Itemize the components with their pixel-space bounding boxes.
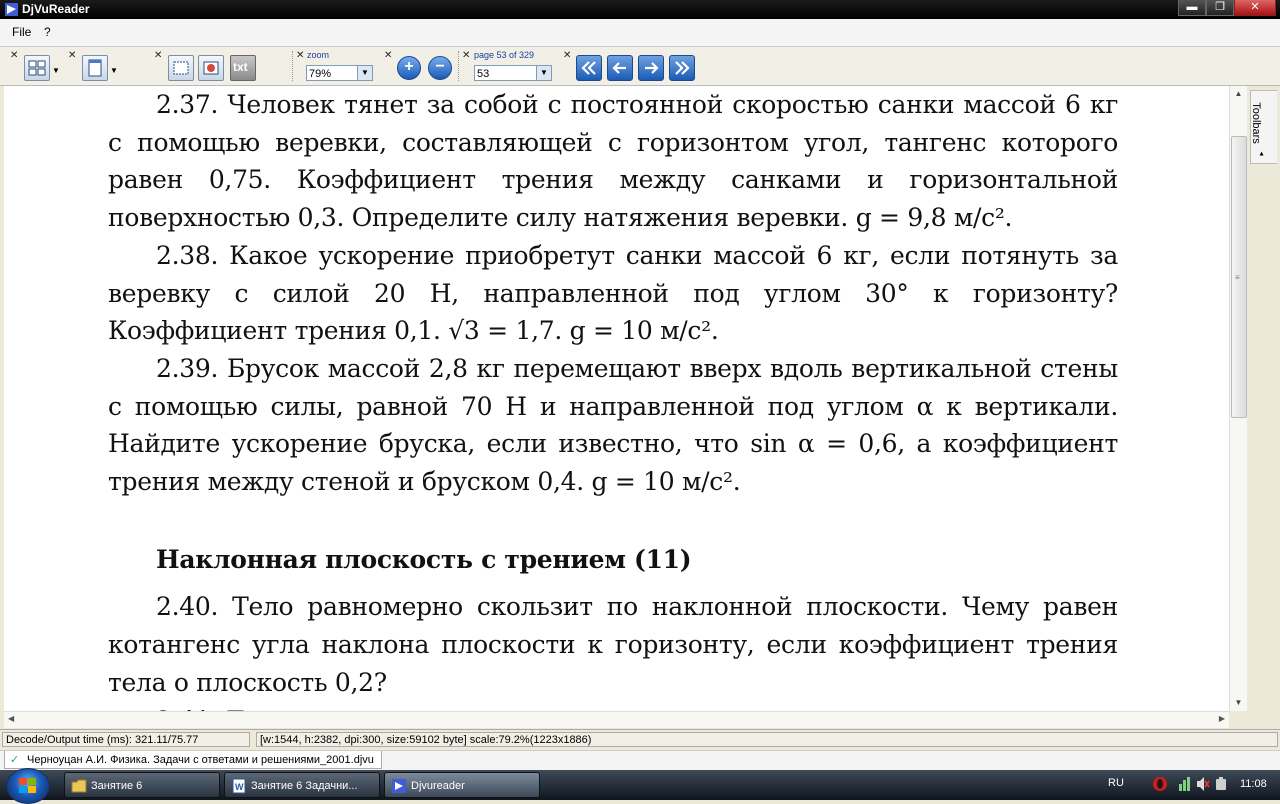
file-tab-name: Черноуцан А.И. Физика. Задачи с ответами… — [27, 754, 374, 766]
scroll-up-icon[interactable]: ▲ — [1230, 86, 1247, 102]
last-page-button[interactable] — [669, 55, 695, 81]
zoom-in-button[interactable]: + — [397, 56, 421, 80]
window-controls: ▬ ❐ ✕ — [1178, 0, 1276, 17]
toolbar-close-icon[interactable]: ✕ — [154, 50, 162, 61]
toolbar-close-icon[interactable]: ✕ — [10, 50, 18, 61]
task-zanyatie-6[interactable]: Занятие 6 — [64, 772, 220, 798]
arrow-left-icon — [612, 62, 626, 74]
problem-2-41: 2.41. Тело помещают один раз на наклонну… — [108, 702, 1118, 711]
vertical-scrollbar[interactable]: ▲ ≡ ▼ — [1229, 86, 1247, 711]
select-area-icon — [173, 61, 189, 75]
task-word-document[interactable]: W Занятие 6 Задачни... — [224, 772, 380, 798]
toolbar-close-icon[interactable]: ✕ — [296, 50, 304, 61]
horizontal-scrollbar[interactable]: ◀ ▶ — [4, 711, 1229, 728]
toolbars-side-tab[interactable]: Toolbars ◂ — [1250, 90, 1277, 164]
task-label: Занятие 6 Задачни... — [251, 780, 358, 792]
task-label: Djvureader — [411, 780, 465, 792]
zoom-out-icon: − — [435, 58, 445, 75]
menu-file[interactable]: File — [12, 25, 31, 39]
djvu-app-icon — [5, 3, 18, 16]
last-page-icon — [675, 61, 690, 75]
file-tab[interactable]: ✓ Черноуцан А.И. Физика. Задачи с ответа… — [4, 751, 382, 769]
text-mode-button[interactable]: txt — [230, 55, 256, 81]
title-bar: DjVuReader ▬ ❐ ✕ — [0, 0, 1280, 19]
section-heading: Наклонная плоскость с трением (11) — [156, 544, 692, 574]
zoom-dropdown-icon[interactable]: ▼ — [357, 66, 372, 80]
toolbars-tab-label: Toolbars — [1249, 102, 1262, 144]
page-dropdown-icon[interactable]: ▼ — [536, 66, 551, 80]
layout-dropdown-icon[interactable]: ▼ — [52, 66, 60, 75]
zoom-select[interactable]: 79% ▼ — [306, 65, 373, 81]
first-page-icon — [581, 61, 596, 75]
menu-help[interactable]: ? — [44, 25, 51, 39]
status-bar: Decode/Output time (ms): 321.11/75.77 [w… — [0, 729, 1280, 750]
toolbar-grip[interactable] — [458, 51, 461, 81]
volume-muted-icon[interactable] — [1196, 776, 1210, 792]
maximize-button[interactable]: ❐ — [1206, 0, 1234, 16]
zoom-in-icon: + — [404, 58, 414, 75]
start-button[interactable] — [6, 768, 50, 804]
file-tab-bar: ✓ Черноуцан А.И. Физика. Задачи с ответа… — [0, 750, 1280, 770]
problem-2-39: 2.39. Брусок массой 2,8 кг перемещают вв… — [108, 353, 1118, 497]
chevron-icon: ◂ — [1257, 151, 1267, 156]
task-djvureader[interactable]: Djvureader — [384, 772, 540, 798]
word-document-icon: W — [232, 778, 246, 794]
scroll-thumb[interactable]: ≡ — [1231, 136, 1247, 418]
next-page-button[interactable] — [638, 55, 664, 81]
grip-icon: ≡ — [1235, 273, 1240, 282]
folder-icon — [71, 779, 87, 793]
toolbar-close-icon[interactable]: ✕ — [462, 50, 470, 61]
image-icon — [203, 61, 219, 75]
layout-button[interactable] — [24, 55, 50, 81]
scroll-right-icon[interactable]: ▶ — [1219, 714, 1225, 723]
document-view[interactable]: 2.37. Человек тянет за собой с постоянно… — [0, 86, 1246, 711]
first-page-button[interactable] — [576, 55, 602, 81]
clock[interactable]: 11:08 — [1240, 778, 1267, 790]
window-title: DjVuReader — [22, 2, 90, 16]
zoom-out-button[interactable]: − — [428, 56, 452, 80]
svg-text:W: W — [235, 782, 244, 792]
select-image-button[interactable] — [198, 55, 224, 81]
toolbar-close-icon[interactable]: ✕ — [563, 50, 571, 61]
zoom-value: 79% — [309, 68, 332, 80]
previous-page-button[interactable] — [607, 55, 633, 81]
menu-bar: File ? — [0, 19, 1280, 47]
toolbar-close-icon[interactable]: ✕ — [384, 50, 392, 61]
toolbar: ✕ ▼ ✕ ▼ ✕ txt ✕ zoom 79% ▼ ✕ + − ✕ page … — [0, 47, 1280, 86]
djvu-app-icon — [392, 779, 406, 793]
layout-icon — [28, 60, 46, 76]
windows-logo-icon — [19, 778, 36, 793]
scroll-left-icon[interactable]: ◀ — [8, 714, 14, 723]
decode-time-status: Decode/Output time (ms): 321.11/75.77 — [2, 732, 250, 747]
page-mode-dropdown-icon[interactable]: ▼ — [110, 66, 118, 75]
taskbar: Занятие 6 W Занятие 6 Задачни... Djvurea… — [0, 768, 1280, 804]
language-indicator[interactable]: RU — [1108, 777, 1124, 789]
zoom-label: zoom — [307, 50, 330, 60]
page-icon — [88, 59, 102, 77]
network-icon[interactable] — [1178, 776, 1192, 792]
arrow-right-icon — [645, 62, 659, 74]
page-mode-button[interactable] — [82, 55, 108, 81]
minimize-button[interactable]: ▬ — [1178, 0, 1206, 16]
problem-2-37: 2.37. Человек тянет за собой с постоянно… — [108, 90, 1118, 233]
opera-icon[interactable] — [1152, 776, 1168, 792]
page-label: page 53 of 329 — [474, 50, 535, 60]
page-select[interactable]: 53 ▼ — [474, 65, 552, 81]
select-area-button[interactable] — [168, 55, 194, 81]
problem-2-38: 2.38. Какое ускорение приобретут санки м… — [108, 240, 1118, 346]
document-info-status: [w:1544, h:2382, dpi:300, size:59102 byt… — [256, 732, 1278, 747]
toolbar-grip[interactable] — [292, 51, 295, 81]
txt-label: txt — [233, 60, 248, 74]
page-content: 2.37. Человек тянет за собой с постоянно… — [108, 86, 1118, 711]
page-value: 53 — [477, 68, 490, 80]
toolbar-close-icon[interactable]: ✕ — [68, 50, 76, 61]
system-tray: RU 11:08 — [1090, 770, 1280, 800]
task-label: Занятие 6 — [91, 780, 143, 792]
power-icon[interactable] — [1214, 776, 1228, 792]
close-button[interactable]: ✕ — [1234, 0, 1276, 16]
scroll-down-icon[interactable]: ▼ — [1230, 695, 1247, 711]
check-icon: ✓ — [10, 754, 20, 766]
problem-2-40: 2.40. Тело равномерно скользит по наклон… — [108, 592, 1118, 697]
